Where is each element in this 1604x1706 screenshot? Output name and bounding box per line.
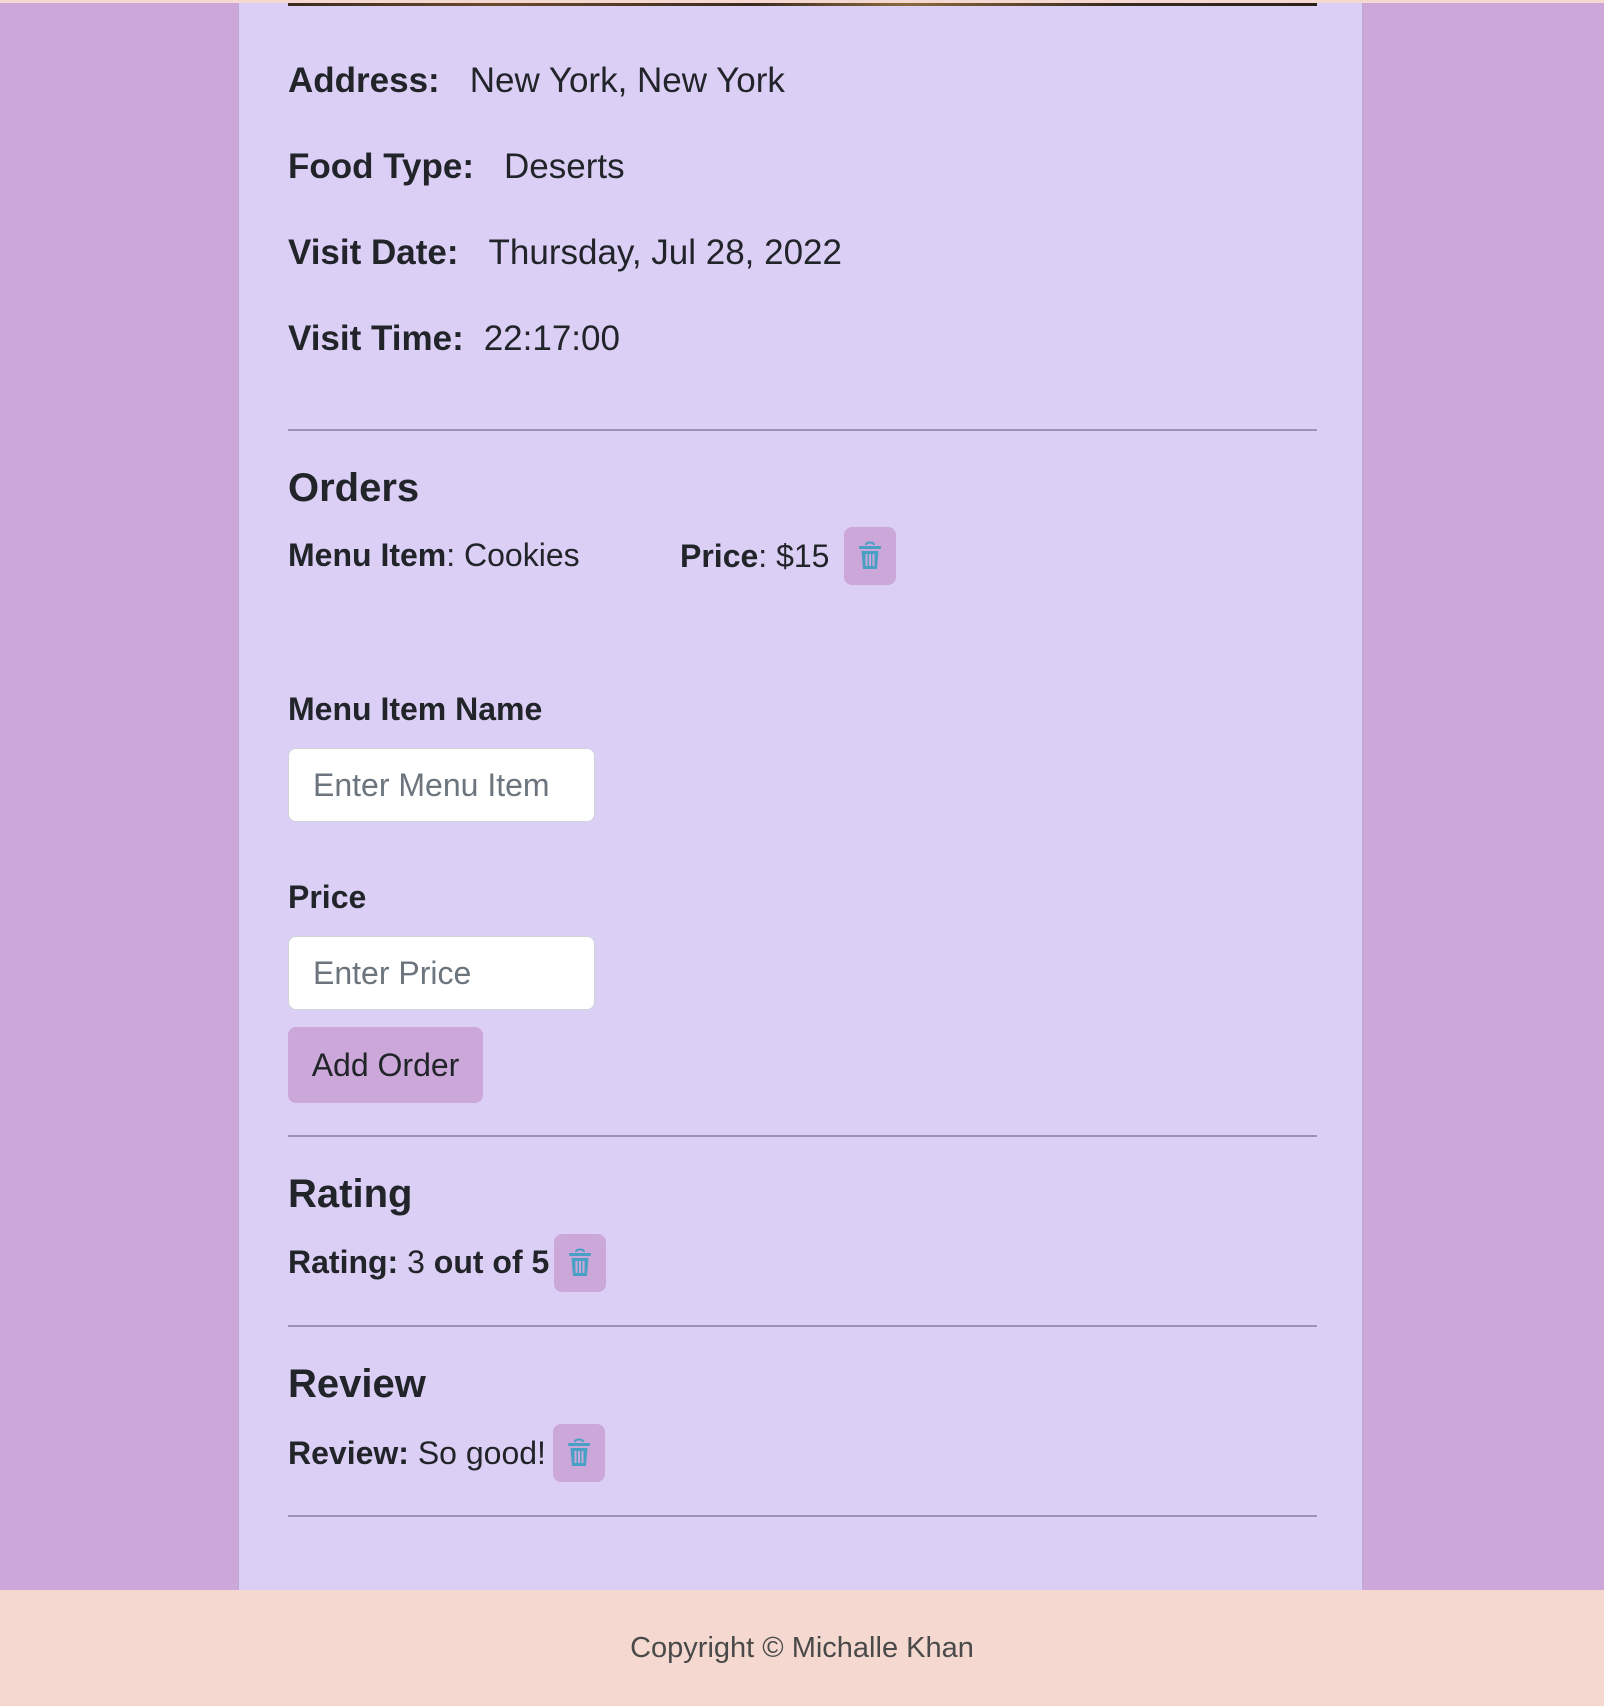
visit-time-value: 22:17:00 — [483, 319, 620, 358]
divider — [288, 1135, 1317, 1137]
delete-rating-button[interactable] — [554, 1234, 606, 1292]
food-type-value: Deserts — [504, 147, 625, 186]
visit-time-label: Visit Time: — [288, 319, 464, 358]
divider — [288, 1325, 1317, 1327]
delete-order-button[interactable] — [844, 527, 896, 585]
order-menu-item: Menu Item: Cookies — [288, 536, 580, 574]
address-label: Address: — [288, 61, 440, 100]
delete-review-button[interactable] — [553, 1424, 605, 1482]
order-price: Price: $15 — [680, 537, 829, 575]
visit-date-value: Thursday, Jul 28, 2022 — [488, 233, 842, 272]
footer: Copyright © Michalle Khan — [0, 1590, 1604, 1706]
visit-time-row: Visit Time: 22:17:00 — [288, 319, 620, 359]
menu-item-name-label: Menu Item Name — [288, 691, 543, 727]
menu-item-label: Menu Item — [288, 537, 447, 573]
review-heading: Review — [288, 1362, 426, 1406]
food-type-row: Food Type: Deserts — [288, 147, 625, 187]
rating-line: Rating: 3 out of 5 — [288, 1243, 549, 1281]
add-order-button[interactable]: Add Order — [288, 1027, 483, 1103]
address-row: Address: New York, New York — [288, 61, 785, 101]
price-label: Price — [680, 538, 759, 574]
food-type-label: Food Type: — [288, 147, 474, 186]
address-value: New York, New York — [469, 61, 785, 100]
copyright-text: Copyright © Michalle Khan — [630, 1631, 974, 1664]
review-line: Review: So good! — [288, 1434, 546, 1472]
restaurant-image — [288, 3, 1317, 6]
visit-date-row: Visit Date: Thursday, Jul 28, 2022 — [288, 233, 842, 273]
visit-date-label: Visit Date: — [288, 233, 459, 272]
trash-icon — [569, 1248, 591, 1276]
review-value: So good! — [408, 1435, 546, 1471]
price-field-label: Price — [288, 879, 367, 915]
rating-value: 3 — [398, 1244, 425, 1280]
divider — [288, 429, 1317, 431]
review-label: Review: — [288, 1435, 409, 1471]
trash-icon — [859, 541, 881, 569]
rating-label: Rating: — [288, 1244, 399, 1280]
price-input[interactable] — [288, 936, 595, 1010]
price-value: : $15 — [758, 538, 830, 574]
rating-suffix: out of 5 — [424, 1244, 550, 1280]
trash-icon — [568, 1438, 590, 1466]
menu-item-input[interactable] — [288, 748, 595, 822]
orders-heading: Orders — [288, 466, 420, 510]
rating-heading: Rating — [288, 1172, 413, 1216]
restaurant-detail-card: Address: New York, New York Food Type: Des… — [238, 3, 1363, 1590]
divider — [288, 1515, 1317, 1517]
menu-item-value: : Cookies — [446, 537, 580, 573]
